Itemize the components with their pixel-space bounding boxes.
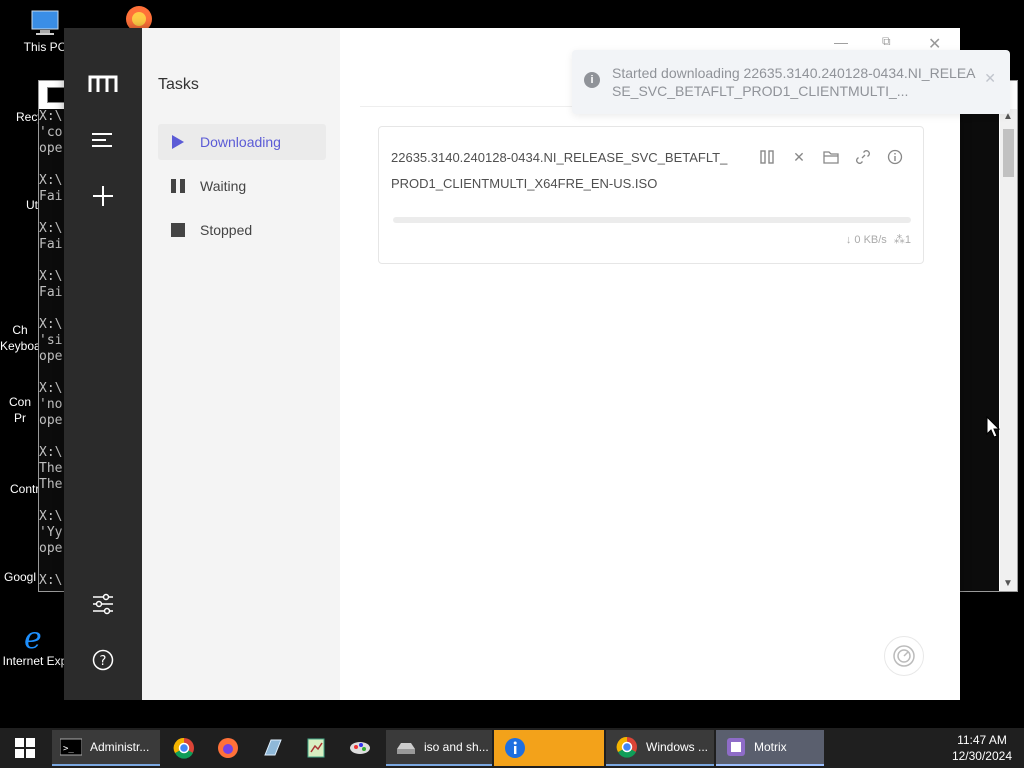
cmd-icon: >_ [60, 738, 82, 756]
taskbar-item-chrome[interactable] [170, 728, 198, 768]
taskbar-item-info[interactable] [494, 730, 604, 766]
desktop-icon-recycle[interactable]: Recy [0, 110, 44, 124]
svg-text:e: e [24, 622, 42, 652]
sidebar-item-label: Downloading [200, 134, 281, 150]
desktop-icon-label: Recy [16, 110, 44, 124]
taskbar-item-label: Administr... [90, 740, 150, 754]
preferences-icon[interactable] [87, 588, 119, 620]
scrollbar[interactable]: ▲ ▼ [1000, 109, 1017, 591]
clock-time: 11:47 AM [957, 733, 1007, 747]
svg-text:>_: >_ [63, 744, 74, 754]
desktop-icon-google[interactable]: Googl [0, 570, 40, 584]
desktop-icon-label: Ut [26, 198, 38, 212]
taskbar-item-drive[interactable]: iso and sh... [386, 730, 492, 766]
minimize-icon[interactable]: — [834, 34, 848, 50]
stop-icon [170, 222, 186, 238]
task-item[interactable]: 22635.3140.240128-0434.NI_RELEASE_SVC_BE… [378, 126, 924, 264]
windows-logo-icon [15, 738, 35, 758]
taskbar-item-app[interactable] [258, 728, 286, 768]
ie-icon: e [18, 621, 52, 656]
taskbar-item-label: Windows ... [646, 740, 709, 754]
paint-icon [350, 742, 370, 754]
pause-icon [170, 178, 186, 194]
sidebar-item-waiting[interactable]: Waiting [158, 168, 326, 204]
task-actions: ✕ [757, 147, 905, 167]
notepad-icon [307, 738, 325, 758]
desktop-icon-label: Ch Keyboa [0, 323, 41, 353]
info-icon [505, 738, 525, 758]
system-clock[interactable]: 11:47 AM 12/30/2024 [952, 732, 1012, 764]
add-task-icon[interactable] [87, 180, 119, 212]
download-speed: ↓ 0 KB/s [845, 234, 887, 246]
taskbar-item-cmd[interactable]: >_ Administr... [52, 730, 160, 766]
speedometer-button[interactable] [884, 636, 924, 676]
taskbar-item-chrome-windows[interactable]: Windows ... [606, 730, 714, 766]
mouse-cursor-icon [986, 415, 1001, 443]
desktop-icon-label: Googl [4, 570, 37, 584]
copy-link-icon[interactable] [853, 147, 873, 167]
desktop-icon-internet-explorer[interactable]: e Internet Exp [0, 621, 70, 668]
monitor-icon [28, 8, 62, 38]
pause-task-icon[interactable] [757, 147, 777, 167]
menu-icon[interactable] [87, 124, 119, 156]
info-icon: i [584, 72, 600, 88]
sidebar-item-stopped[interactable]: Stopped [158, 212, 326, 248]
connections-count: 1 [904, 234, 911, 246]
task-sidebar: Tasks Downloading Waiting Stopped [142, 28, 340, 700]
taskbar-item-paint[interactable] [346, 728, 374, 768]
motrix-logo-icon[interactable] [87, 68, 119, 100]
drive-icon [397, 743, 415, 754]
taskbar-item-label: Motrix [754, 740, 787, 754]
firefox-icon [218, 738, 238, 758]
delete-task-icon[interactable]: ✕ [789, 147, 809, 167]
taskbar-item-firefox[interactable] [214, 728, 242, 768]
motrix-window: ? Tasks Downloading Waiting Stopped — ⧉ … [64, 28, 1010, 700]
desktop-icon-label: Contr [10, 482, 40, 496]
svg-text:?: ? [100, 654, 107, 669]
nav-rail: ? [64, 28, 142, 700]
start-button[interactable] [0, 728, 50, 768]
notification-toast: i Started downloading 22635.3140.240128-… [572, 50, 1010, 114]
task-name: 22635.3140.240128-0434.NI_RELEASE_SVC_BE… [391, 150, 728, 191]
desktop-icon-label: This PC [23, 40, 67, 54]
connections-icon: ⁂ [893, 234, 905, 246]
speedometer-icon [893, 645, 915, 667]
sidebar-item-label: Stopped [200, 222, 253, 238]
motrix-icon [727, 738, 745, 756]
desktop-icon-control[interactable]: Con Pr [0, 394, 40, 426]
progress-bar [393, 217, 911, 223]
play-icon [170, 134, 186, 150]
chrome-icon [616, 736, 637, 758]
folder-icon[interactable] [821, 147, 841, 167]
close-icon[interactable]: ✕ [984, 70, 996, 87]
taskbar-item-notepad[interactable] [302, 728, 330, 768]
toast-message: Started downloading 22635.3140.240128-04… [612, 65, 976, 99]
task-list-panel: — ⧉ ✕ ✕ 22635.3140.240128-0434.NI_RELEAS… [340, 28, 1010, 700]
desktop-icon-keyboard[interactable]: Ch Keyboa [0, 306, 41, 354]
chrome-icon [173, 737, 194, 759]
app-icon [264, 739, 282, 756]
task-info-icon[interactable] [885, 147, 905, 167]
scroll-thumb[interactable] [1003, 129, 1014, 177]
desktop-icon-label: Internet Exp [2, 654, 68, 668]
sidebar-item-label: Waiting [200, 178, 247, 194]
desktop-icon-control-panel[interactable]: Contr [0, 482, 40, 496]
sidebar-item-downloading[interactable]: Downloading [158, 124, 326, 160]
clock-date: 12/30/2024 [951, 749, 1012, 763]
desktop-icon-utility[interactable]: Ut [0, 198, 40, 212]
taskbar-item-label: iso and sh... [424, 740, 489, 754]
scroll-down-icon[interactable]: ▼ [1003, 578, 1013, 589]
taskbar-item-motrix[interactable]: Motrix [716, 730, 824, 766]
sidebar-title: Tasks [158, 76, 199, 93]
desktop-icon-label: Con Pr [8, 395, 31, 425]
help-icon[interactable]: ? [87, 644, 119, 676]
taskbar: >_ Administr... iso and sh... Windows ..… [0, 728, 1024, 768]
task-stats: ↓ 0 KB/s ⁂1 [846, 233, 911, 246]
maximize-icon[interactable]: ⧉ [882, 34, 891, 49]
